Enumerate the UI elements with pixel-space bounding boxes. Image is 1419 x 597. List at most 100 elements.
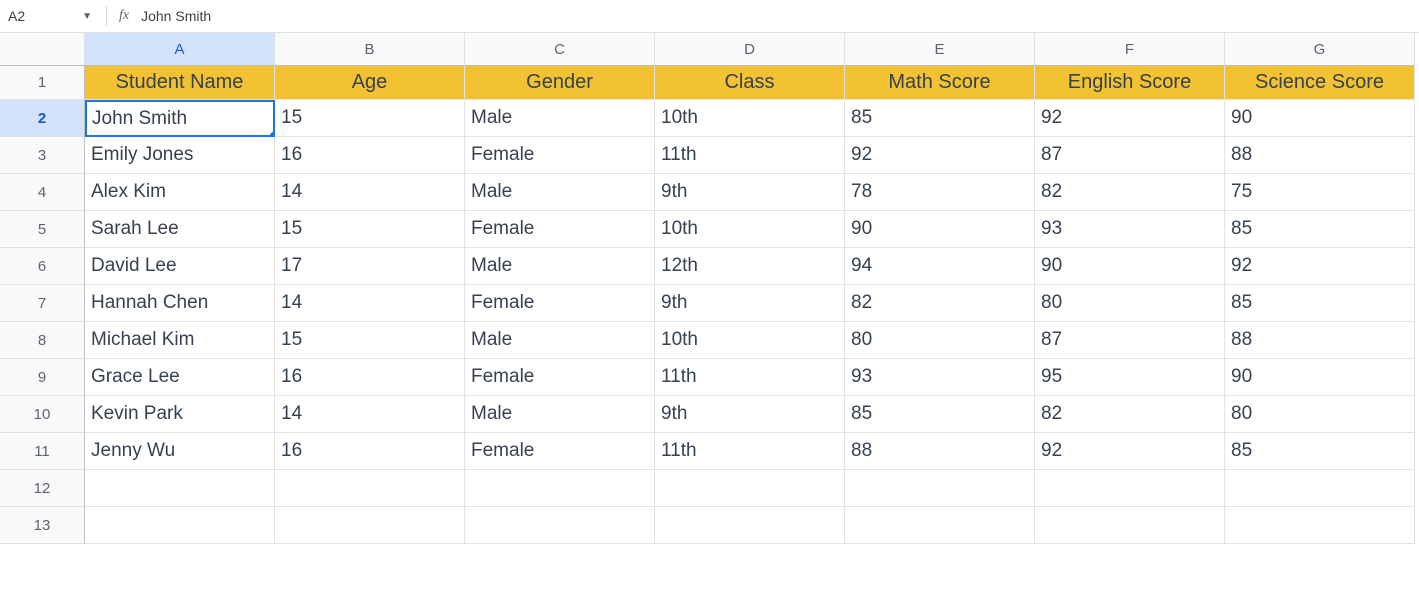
column-header-D[interactable]: D <box>655 33 845 66</box>
row-header-2[interactable]: 2 <box>0 100 85 137</box>
cell-B8[interactable]: 15 <box>275 322 465 359</box>
row-header-11[interactable]: 11 <box>0 433 85 470</box>
cell-F8[interactable]: 87 <box>1035 322 1225 359</box>
cell-G8[interactable]: 88 <box>1225 322 1415 359</box>
cell-E5[interactable]: 90 <box>845 211 1035 248</box>
cell-G11[interactable]: 85 <box>1225 433 1415 470</box>
column-header-F[interactable]: F <box>1035 33 1225 66</box>
cell-A13[interactable] <box>85 507 275 544</box>
cell-F13[interactable] <box>1035 507 1225 544</box>
row-header-4[interactable]: 4 <box>0 174 85 211</box>
select-all-corner[interactable] <box>0 33 85 66</box>
formula-input[interactable] <box>141 0 1419 32</box>
row-header-13[interactable]: 13 <box>0 507 85 544</box>
row-header-9[interactable]: 9 <box>0 359 85 396</box>
cell-E4[interactable]: 78 <box>845 174 1035 211</box>
cell-B6[interactable]: 17 <box>275 248 465 285</box>
cell-G4[interactable]: 75 <box>1225 174 1415 211</box>
cell-G6[interactable]: 92 <box>1225 248 1415 285</box>
cell-A6[interactable]: David Lee <box>85 248 275 285</box>
cell-D10[interactable]: 9th <box>655 396 845 433</box>
cell-F2[interactable]: 92 <box>1035 100 1225 137</box>
cell-C9[interactable]: Female <box>465 359 655 396</box>
cell-A3[interactable]: Emily Jones <box>85 137 275 174</box>
column-header-C[interactable]: C <box>465 33 655 66</box>
cell-G10[interactable]: 80 <box>1225 396 1415 433</box>
cell-D8[interactable]: 10th <box>655 322 845 359</box>
cell-E7[interactable]: 82 <box>845 285 1035 322</box>
row-header-1[interactable]: 1 <box>0 66 85 100</box>
row-header-7[interactable]: 7 <box>0 285 85 322</box>
cell-E2[interactable]: 85 <box>845 100 1035 137</box>
chevron-down-icon[interactable]: ▼ <box>82 11 92 22</box>
cell-B12[interactable] <box>275 470 465 507</box>
cell-A9[interactable]: Grace Lee <box>85 359 275 396</box>
cell-F3[interactable]: 87 <box>1035 137 1225 174</box>
cell-A12[interactable] <box>85 470 275 507</box>
cell-B7[interactable]: 14 <box>275 285 465 322</box>
cell-E8[interactable]: 80 <box>845 322 1035 359</box>
cell-D11[interactable]: 11th <box>655 433 845 470</box>
cell-E1[interactable]: Math Score <box>845 66 1035 100</box>
column-header-A[interactable]: A <box>85 33 275 66</box>
cell-B9[interactable]: 16 <box>275 359 465 396</box>
cell-A5[interactable]: Sarah Lee <box>85 211 275 248</box>
cell-G12[interactable] <box>1225 470 1415 507</box>
cell-A1[interactable]: Student Name <box>85 66 275 100</box>
row-header-5[interactable]: 5 <box>0 211 85 248</box>
cell-G1[interactable]: Science Score <box>1225 66 1415 100</box>
cell-C2[interactable]: Male <box>465 100 655 137</box>
cell-B3[interactable]: 16 <box>275 137 465 174</box>
cell-D6[interactable]: 12th <box>655 248 845 285</box>
cell-B1[interactable]: Age <box>275 66 465 100</box>
cell-G2[interactable]: 90 <box>1225 100 1415 137</box>
cell-C5[interactable]: Female <box>465 211 655 248</box>
cell-B2[interactable]: 15 <box>275 100 465 137</box>
cell-D5[interactable]: 10th <box>655 211 845 248</box>
cell-G7[interactable]: 85 <box>1225 285 1415 322</box>
cell-D3[interactable]: 11th <box>655 137 845 174</box>
name-box[interactable]: A2 ▼ <box>0 0 100 32</box>
cell-A2[interactable]: John Smith <box>85 100 275 137</box>
cell-A11[interactable]: Jenny Wu <box>85 433 275 470</box>
cell-B10[interactable]: 14 <box>275 396 465 433</box>
cell-F9[interactable]: 95 <box>1035 359 1225 396</box>
cell-G3[interactable]: 88 <box>1225 137 1415 174</box>
cell-A7[interactable]: Hannah Chen <box>85 285 275 322</box>
cell-E13[interactable] <box>845 507 1035 544</box>
cell-G5[interactable]: 85 <box>1225 211 1415 248</box>
row-header-10[interactable]: 10 <box>0 396 85 433</box>
cell-E9[interactable]: 93 <box>845 359 1035 396</box>
cell-F11[interactable]: 92 <box>1035 433 1225 470</box>
cell-B5[interactable]: 15 <box>275 211 465 248</box>
cell-E3[interactable]: 92 <box>845 137 1035 174</box>
cell-C10[interactable]: Male <box>465 396 655 433</box>
cell-E12[interactable] <box>845 470 1035 507</box>
cell-A8[interactable]: Michael Kim <box>85 322 275 359</box>
cell-D1[interactable]: Class <box>655 66 845 100</box>
cell-F12[interactable] <box>1035 470 1225 507</box>
cell-E6[interactable]: 94 <box>845 248 1035 285</box>
cell-C12[interactable] <box>465 470 655 507</box>
cell-E10[interactable]: 85 <box>845 396 1035 433</box>
spreadsheet-grid[interactable]: ABCDEFG 1Student NameAgeGenderClassMath S… <box>0 33 1419 544</box>
cell-D4[interactable]: 9th <box>655 174 845 211</box>
cell-D7[interactable]: 9th <box>655 285 845 322</box>
cell-B13[interactable] <box>275 507 465 544</box>
cell-F4[interactable]: 82 <box>1035 174 1225 211</box>
cell-C1[interactable]: Gender <box>465 66 655 100</box>
cell-C4[interactable]: Male <box>465 174 655 211</box>
cell-A10[interactable]: Kevin Park <box>85 396 275 433</box>
cell-F6[interactable]: 90 <box>1035 248 1225 285</box>
row-header-8[interactable]: 8 <box>0 322 85 359</box>
column-header-E[interactable]: E <box>845 33 1035 66</box>
cell-G9[interactable]: 90 <box>1225 359 1415 396</box>
cell-C8[interactable]: Male <box>465 322 655 359</box>
column-header-B[interactable]: B <box>275 33 465 66</box>
row-header-3[interactable]: 3 <box>0 137 85 174</box>
selection-handle[interactable] <box>270 132 275 137</box>
cell-C13[interactable] <box>465 507 655 544</box>
column-header-G[interactable]: G <box>1225 33 1415 66</box>
cell-C3[interactable]: Female <box>465 137 655 174</box>
row-header-12[interactable]: 12 <box>0 470 85 507</box>
